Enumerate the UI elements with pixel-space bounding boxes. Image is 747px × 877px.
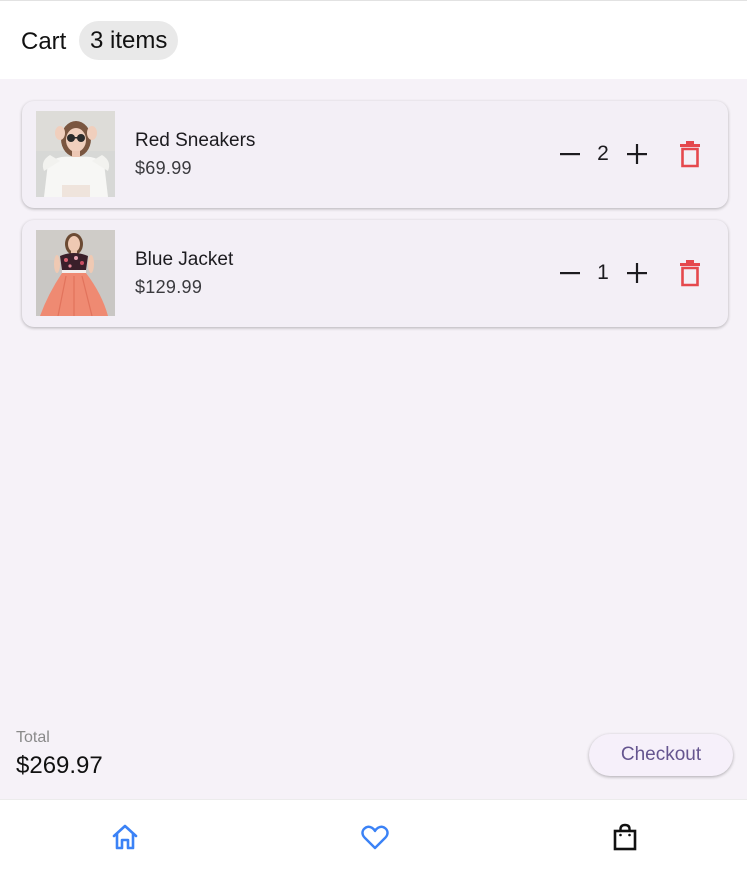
app-bar: Cart 3 items	[0, 1, 747, 79]
cart-item: Blue Jacket $129.99 1	[22, 220, 728, 327]
trash-icon	[680, 260, 700, 287]
product-thumbnail	[36, 230, 115, 316]
product-thumbnail	[36, 111, 115, 197]
nav-cart-button[interactable]	[608, 820, 642, 854]
remove-item-button[interactable]	[675, 258, 705, 288]
quantity-value: 2	[597, 142, 609, 165]
remove-item-button[interactable]	[675, 139, 705, 169]
item-price: $129.99	[135, 277, 203, 297]
minus-icon	[560, 153, 580, 156]
page-title: Cart	[21, 28, 67, 55]
nav-favorites-button[interactable]	[358, 820, 392, 854]
heart-icon	[361, 825, 389, 850]
total-value: $269.97	[16, 752, 103, 779]
total-label: Total	[16, 729, 50, 746]
decrease-quantity-button[interactable]	[555, 139, 585, 169]
checkout-button[interactable]: Checkout	[589, 734, 733, 776]
item-name: Red Sneakers	[135, 130, 256, 151]
item-name: Blue Jacket	[135, 249, 234, 270]
increase-quantity-button[interactable]	[622, 258, 652, 288]
plus-icon	[627, 144, 647, 164]
cart-item: Red Sneakers $69.99 2	[22, 101, 728, 208]
minus-icon	[560, 272, 580, 275]
increase-quantity-button[interactable]	[622, 139, 652, 169]
bottom-navigation	[0, 799, 747, 877]
item-price: $69.99	[135, 158, 192, 178]
trash-icon	[680, 141, 700, 168]
quantity-value: 1	[597, 261, 609, 284]
decrease-quantity-button[interactable]	[555, 258, 585, 288]
item-count-badge: 3 items	[79, 21, 179, 60]
home-icon	[112, 824, 138, 850]
cart-list: Red Sneakers $69.99 2 Blue Jacket $129.9…	[22, 101, 728, 339]
plus-icon	[627, 263, 647, 283]
nav-home-button[interactable]	[108, 820, 142, 854]
shopping-bag-icon	[613, 823, 637, 851]
